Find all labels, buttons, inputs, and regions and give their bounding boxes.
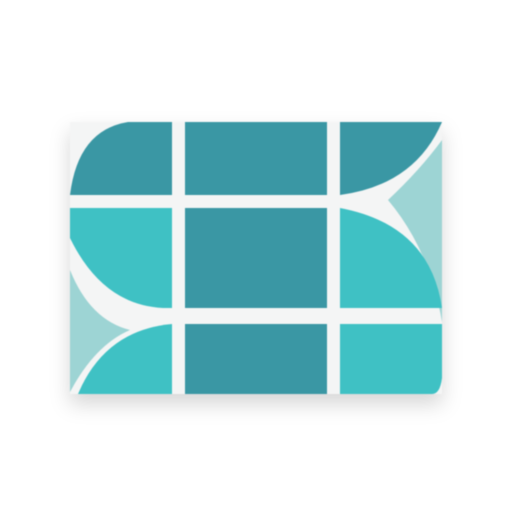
- tile-top-center: [185, 122, 327, 195]
- tile-center: [185, 208, 327, 308]
- app-icon-canvas: [0, 0, 512, 512]
- tile-bottom-center: [185, 324, 327, 394]
- tile-mosaic-s-logo-icon: [70, 122, 442, 394]
- tile-bottom-right: [340, 324, 442, 394]
